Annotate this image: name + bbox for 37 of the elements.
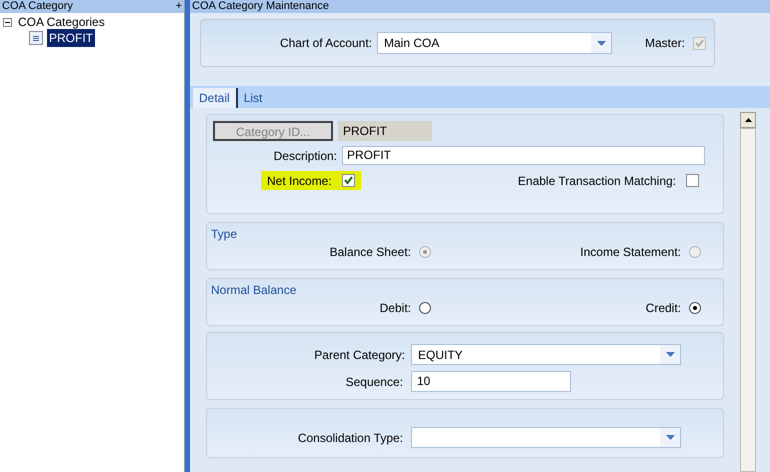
field-label: Parent Category: xyxy=(313,346,405,364)
field-label: Consolidation Type: xyxy=(296,430,403,446)
radio-button[interactable] xyxy=(419,302,431,314)
tab[interactable]: Detail xyxy=(193,88,238,108)
field-label: Enable Transaction Matching: xyxy=(518,172,676,190)
scroll-up-icon[interactable] xyxy=(740,112,756,128)
radio-label: Income Statement: xyxy=(580,244,681,261)
collapse-toggle-icon[interactable] xyxy=(3,18,12,26)
document-icon xyxy=(29,31,43,45)
radio-label: Debit: xyxy=(380,300,411,317)
tree-item[interactable]: COA Categories xyxy=(16,13,107,31)
description-field[interactable]: PROFIT xyxy=(342,146,705,165)
pin-button[interactable]: + xyxy=(176,0,182,13)
radio-button[interactable] xyxy=(689,302,701,314)
field-label: Net Income: xyxy=(267,172,332,190)
tree-item[interactable]: PROFIT xyxy=(47,29,95,47)
chart-of-account-dropdown[interactable]: Main COA xyxy=(377,32,612,54)
dropdown-caret-icon[interactable] xyxy=(660,428,680,447)
field-label: Sequence: xyxy=(344,374,403,390)
category-id-field[interactable]: PROFIT xyxy=(338,121,432,141)
sequence-field[interactable]: 10 xyxy=(411,371,571,392)
tab[interactable]: List xyxy=(238,88,268,108)
checkbox[interactable] xyxy=(342,174,355,187)
radio-label: Credit: xyxy=(646,300,681,317)
dropdown-caret-icon[interactable] xyxy=(591,33,611,53)
pane-title: COA Category xyxy=(2,0,73,13)
field-label: Description: xyxy=(272,148,337,164)
radio-label: Balance Sheet: xyxy=(330,244,411,261)
field-label: Master: xyxy=(644,35,685,52)
dropdown-caret-icon[interactable] xyxy=(660,345,680,364)
group-title: Normal Balance xyxy=(211,282,298,299)
group-title: Type xyxy=(211,226,238,243)
checkbox[interactable] xyxy=(686,174,699,187)
parent-category-dropdown[interactable]: EQUITY xyxy=(411,344,681,365)
checkbox[interactable] xyxy=(693,36,706,50)
pane-title: COA Category Maintenance xyxy=(192,0,329,12)
field-label: Chart of Account: xyxy=(278,35,372,52)
